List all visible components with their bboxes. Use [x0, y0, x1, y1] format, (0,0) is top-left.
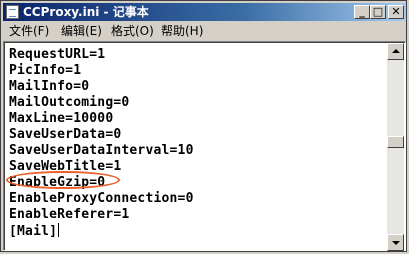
menu-file[interactable]: 文件(F)	[9, 24, 49, 39]
minimize-icon: _	[359, 5, 365, 18]
text-line: MailOutcoming=0	[9, 95, 130, 110]
arrow-down-icon	[392, 241, 400, 245]
close-icon: ✕	[391, 5, 401, 18]
text-line: EnableProxyConnection=0	[9, 191, 194, 206]
notepad-window: CCProxy.ini - 记事本 _ □ ✕ 文件(F) 编辑(E) 格式(O…	[0, 0, 407, 252]
scroll-thumb[interactable]	[387, 136, 404, 148]
menu-format[interactable]: 格式(O)	[111, 24, 154, 39]
minimize-button[interactable]: _	[354, 5, 370, 19]
arrow-up-icon	[392, 49, 400, 53]
maximize-button[interactable]: □	[370, 5, 386, 19]
text-line: SaveUserDataInterval=10	[9, 143, 194, 158]
text-line: RequestURL=1	[9, 47, 106, 62]
text-editor[interactable]: RequestURL=1 PicInfo=1 MailInfo=0 MailOu…	[5, 43, 387, 251]
text-line: MailInfo=0	[9, 79, 90, 94]
editor-frame: RequestURL=1 PicInfo=1 MailInfo=0 MailOu…	[3, 41, 406, 251]
text-caret	[58, 223, 60, 237]
scroll-up-button[interactable]	[387, 43, 404, 60]
menu-bar: 文件(F) 编辑(E) 格式(O) 帮助(H)	[3, 22, 406, 41]
text-line-with-caret: [Mail]	[9, 223, 60, 239]
menu-help[interactable]: 帮助(H)	[161, 24, 203, 39]
notepad-icon[interactable]	[6, 5, 19, 19]
menu-edit[interactable]: 编辑(E)	[61, 24, 102, 39]
text-line: MaxLine=10000	[9, 111, 114, 126]
text-line: EnableReferer=1	[9, 207, 130, 222]
title-bar[interactable]: CCProxy.ini - 记事本 _ □ ✕	[3, 3, 406, 21]
scroll-down-button[interactable]	[387, 234, 404, 251]
text-line: [Mail]	[9, 224, 58, 239]
maximize-icon: □	[372, 5, 384, 18]
text-line: PicInfo=1	[9, 63, 82, 78]
text-line: SaveUserData=0	[9, 127, 122, 142]
close-button[interactable]: ✕	[388, 5, 404, 19]
highlight-ellipse	[6, 171, 120, 189]
window-title: CCProxy.ini - 记事本	[23, 5, 149, 19]
vertical-scrollbar[interactable]	[387, 43, 404, 251]
